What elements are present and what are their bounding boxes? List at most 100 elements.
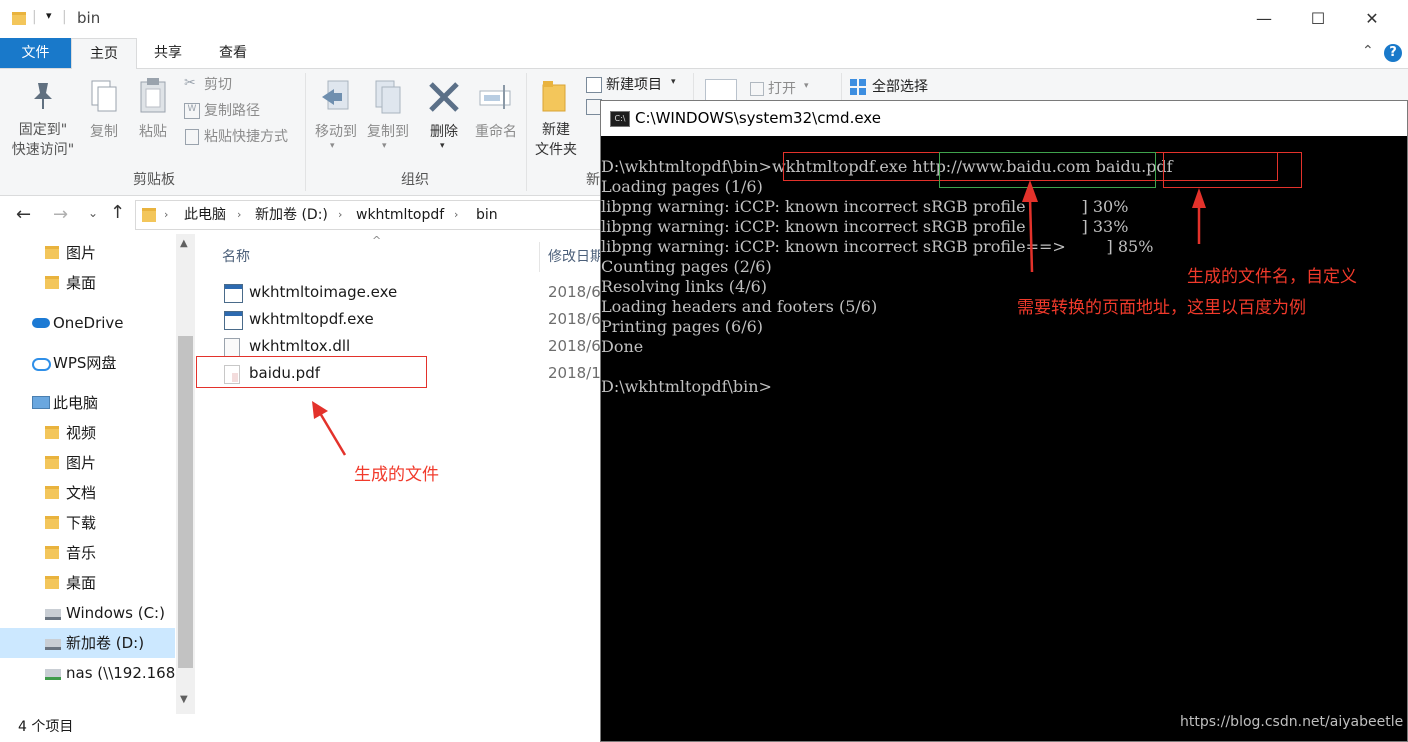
quick-access-dropdown-icon[interactable]: ▾	[46, 9, 52, 22]
nav-item[interactable]: 下载	[0, 508, 175, 538]
close-button[interactable]: ✕	[1345, 0, 1399, 38]
new-folder-button[interactable]: 新建 文件夹	[530, 71, 582, 161]
nav-item[interactable]: 图片	[0, 238, 175, 268]
nav-item[interactable]: 桌面	[0, 268, 175, 298]
pin-label: 固定到"	[18, 122, 68, 138]
nav-item[interactable]: 图片	[0, 448, 175, 478]
pin-label-2: 快速访问"	[11, 142, 75, 158]
nav-item-label: Windows (C:)	[66, 604, 165, 622]
open-button[interactable]: 打开 ▾	[750, 79, 820, 101]
annotation-box-pdf-file	[196, 356, 427, 388]
item-count: 4 个项目	[18, 719, 74, 735]
recent-locations-chevron-icon[interactable]: ⌄	[88, 206, 98, 220]
annotation-arrow-icon	[1022, 180, 1038, 273]
new-item-button[interactable]: 新建项目 ▾	[586, 75, 686, 97]
delete-button[interactable]: 删除 ▾	[418, 71, 470, 161]
column-header-date[interactable]: 修改日期	[548, 246, 604, 266]
folder-icon	[142, 208, 156, 222]
pin-icon	[34, 83, 52, 109]
cut-button[interactable]: ✂ 剪切	[184, 75, 304, 99]
group-divider	[305, 73, 306, 191]
scissors-icon: ✂	[184, 75, 196, 91]
copy-path-icon: W	[184, 103, 200, 119]
new-group-label: 新	[586, 172, 600, 188]
nav-item-label: 图片	[66, 244, 97, 262]
rename-button[interactable]: 重命名	[470, 71, 522, 161]
breadcrumb-wkhtmltopdf[interactable]: wkhtmltopdf	[356, 201, 444, 229]
back-arrow-icon[interactable]: ←	[16, 204, 31, 225]
paste-shortcut-button[interactable]: 粘贴快捷方式	[184, 127, 304, 151]
copy-path-label: 复制路径	[204, 103, 260, 119]
group-divider	[526, 73, 527, 191]
breadcrumb[interactable]: › 此电脑 › 新加卷 (D:) › wkhtmltopdf › bin	[135, 200, 607, 230]
collapse-ribbon-icon[interactable]: ⌃	[1362, 43, 1374, 59]
scroll-up-icon[interactable]: ▲	[180, 238, 188, 249]
nav-item-label: OneDrive	[53, 314, 124, 332]
cloud-icon	[32, 318, 50, 328]
new-folder-icon	[542, 81, 566, 112]
nav-item[interactable]: 音乐	[0, 538, 175, 568]
new-item-icon	[586, 77, 602, 93]
new-item-label: 新建项目	[606, 77, 662, 93]
cloud-outline-icon	[32, 358, 51, 371]
file-date: 2018/6	[548, 337, 601, 355]
file-row[interactable]: wkhtmltoimage.exe 2018/6	[220, 279, 601, 306]
file-row[interactable]: wkhtmltopdf.exe 2018/6	[220, 306, 601, 333]
tab-file[interactable]: 文件	[0, 38, 71, 68]
exe-icon	[224, 311, 243, 330]
nav-item[interactable]: nas (\\192.168.	[0, 658, 180, 688]
maximize-button[interactable]: ☐	[1291, 0, 1345, 38]
nav-item[interactable]: 桌面	[0, 568, 175, 598]
select-all-button[interactable]: 全部选择	[850, 77, 940, 99]
nav-scrollbar-thumb[interactable]	[178, 336, 193, 668]
group-divider	[841, 73, 842, 103]
forward-arrow-icon[interactable]: →	[53, 204, 68, 225]
computer-icon	[32, 396, 50, 409]
nav-item[interactable]: 文档	[0, 478, 175, 508]
breadcrumb-this-pc[interactable]: 此电脑	[184, 201, 226, 229]
paste-icon	[140, 78, 166, 113]
explorer-title-bar: | ▾ | bin — ☐ ✕	[0, 0, 1408, 38]
copy-path-button[interactable]: W 复制路径	[184, 101, 304, 125]
tab-share[interactable]: 共享	[140, 38, 196, 68]
cmd-window[interactable]: C:\ C:\WINDOWS\system32\cmd.exe D:\wkhtm…	[600, 100, 1408, 742]
nav-item[interactable]: 新加卷 (D:)	[0, 628, 175, 658]
minimize-button[interactable]: —	[1237, 0, 1291, 38]
move-to-icon	[322, 80, 349, 110]
select-all-label: 全部选择	[872, 79, 928, 95]
nav-item[interactable]: 视频	[0, 418, 175, 448]
nav-item[interactable]: OneDrive	[0, 308, 175, 338]
paste-button[interactable]: 粘贴	[130, 71, 176, 161]
copy-button[interactable]: 复制	[82, 71, 126, 161]
nav-item-label: 视频	[66, 424, 97, 442]
terminal-line: libpng warning: iCCP: known incorrect sR…	[601, 197, 1129, 216]
copy-to-label: 复制到	[367, 124, 409, 140]
column-header-name[interactable]: 名称	[222, 246, 250, 266]
ribbon-tabs: 文件 主页 共享 查看 ⌃ ?	[0, 38, 1408, 70]
breadcrumb-bin[interactable]: bin	[476, 201, 498, 229]
tab-home[interactable]: 主页	[71, 38, 137, 70]
nav-item[interactable]: Windows (C:)	[0, 598, 175, 628]
nav-item[interactable]: WPS网盘	[0, 348, 175, 378]
folder-icon	[45, 546, 59, 559]
scroll-down-icon[interactable]: ▼	[180, 694, 188, 705]
pin-quick-access-button[interactable]: 固定到" 快速访问"	[8, 71, 78, 161]
annotation-box-filename	[1163, 152, 1302, 188]
help-icon[interactable]: ?	[1384, 44, 1402, 62]
breadcrumb-separator-icon: ›	[454, 208, 459, 221]
copy-to-button[interactable]: 复制到 ▾	[362, 71, 414, 161]
nav-item[interactable]: 此电脑	[0, 388, 175, 418]
breadcrumb-separator-icon: ›	[237, 208, 242, 221]
file-date: 2018/6	[548, 283, 601, 301]
nav-item-label: 文档	[66, 484, 97, 502]
move-to-button[interactable]: 移动到 ▾	[310, 71, 362, 161]
annotation-box-url	[939, 152, 1156, 188]
up-arrow-icon[interactable]: ↑	[110, 202, 125, 223]
cmd-icon: C:\	[610, 111, 630, 127]
watermark: https://blog.csdn.net/aiyabeetle	[1180, 714, 1404, 730]
folder-icon	[45, 246, 59, 259]
rename-icon	[479, 85, 511, 109]
breadcrumb-drive-d[interactable]: 新加卷 (D:)	[255, 201, 328, 229]
nav-item-label: WPS网盘	[53, 354, 117, 372]
tab-view[interactable]: 查看	[205, 38, 261, 68]
